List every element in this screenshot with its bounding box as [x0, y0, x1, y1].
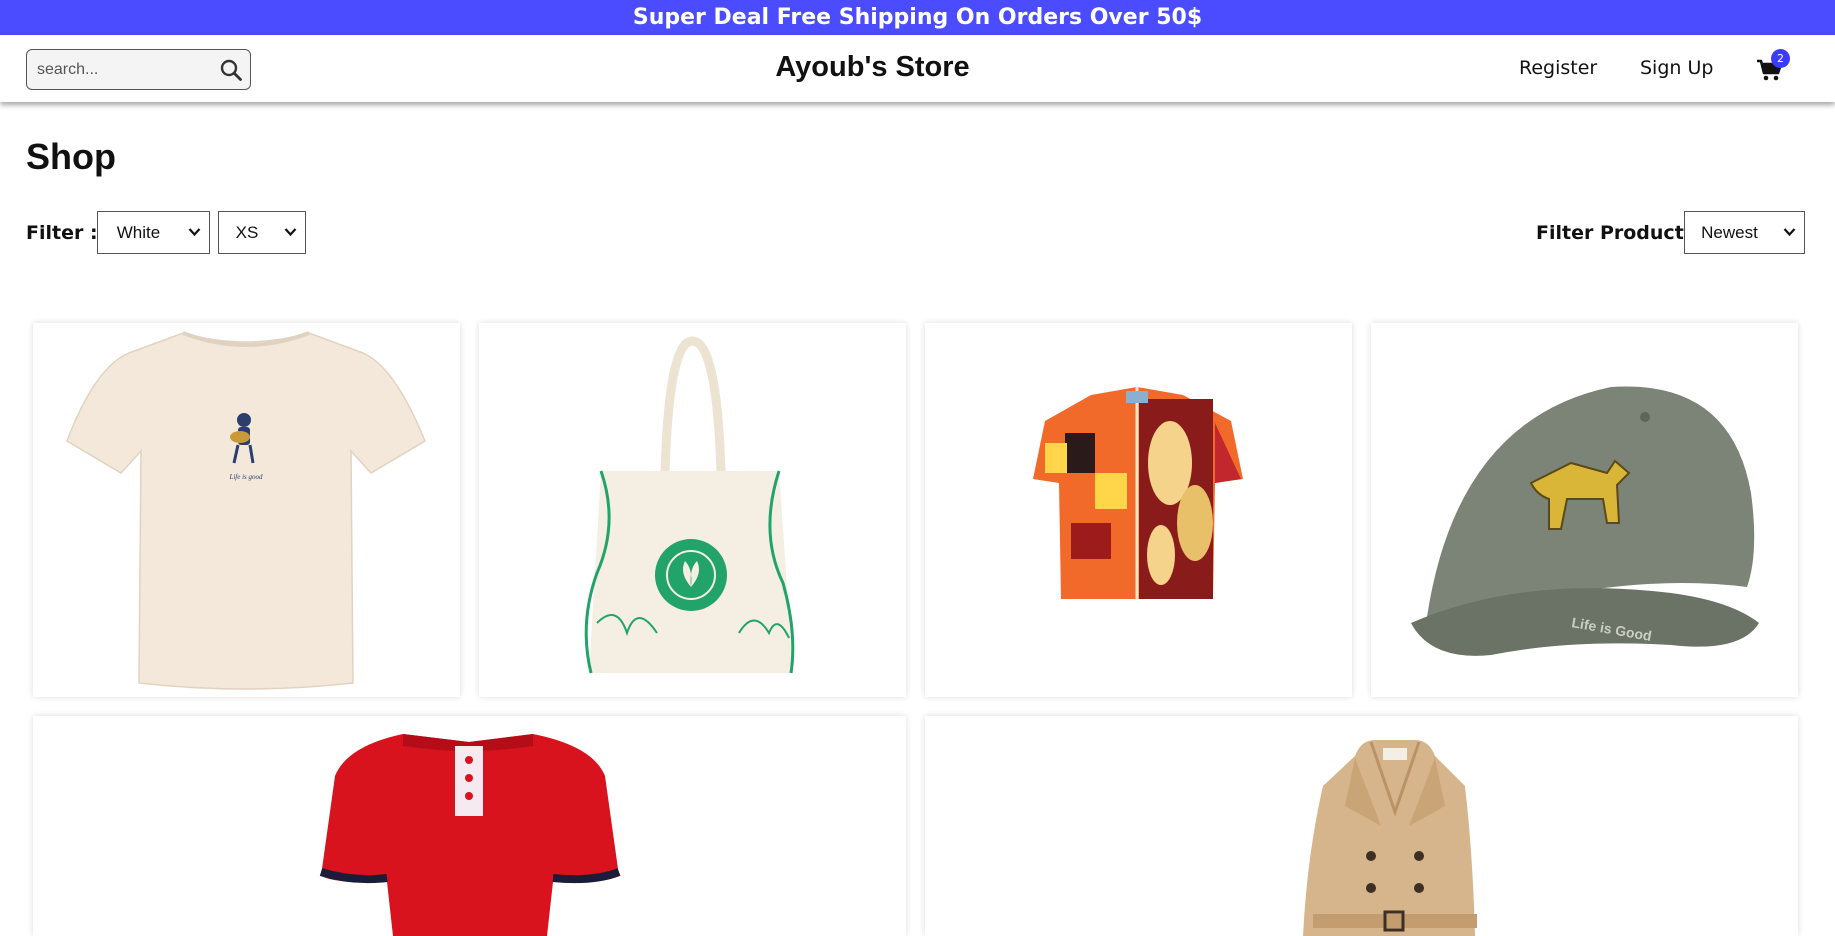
size-filter-value: XS [235, 223, 259, 242]
size-filter-select[interactable]: XS [218, 211, 306, 254]
sort-value: Newest [1701, 223, 1758, 242]
page-title: Shop [26, 136, 116, 177]
sort-select[interactable]: Newest [1684, 211, 1805, 254]
tote-bag-image [584, 336, 795, 674]
product-card[interactable] [479, 323, 906, 697]
sort-label: Filter Products: [1536, 222, 1703, 244]
svg-text:Life is good: Life is good [228, 473, 263, 481]
brand-logo[interactable]: Ayoub's Store [775, 51, 969, 83]
chevron-down-icon [188, 228, 201, 237]
cart-count-badge: 2 [1771, 49, 1790, 68]
product-card[interactable]: Life is Good [1371, 323, 1798, 697]
trench-coat-image [1303, 740, 1477, 936]
color-filter-select[interactable]: White [97, 211, 210, 254]
color-filter-value: White [116, 223, 161, 242]
tshirt-image: Life is good [66, 331, 426, 690]
search-icon[interactable] [219, 58, 243, 82]
register-link[interactable]: Register [1519, 57, 1597, 79]
chevron-down-icon [1783, 228, 1796, 237]
product-card[interactable] [925, 323, 1352, 697]
search-box[interactable] [26, 49, 251, 90]
signup-link[interactable]: Sign Up [1640, 57, 1713, 79]
product-card[interactable] [33, 716, 906, 936]
red-polo-image [319, 734, 621, 936]
product-card[interactable]: Life is good [33, 323, 460, 697]
announcement-bar: Super Deal Free Shipping On Orders Over … [0, 0, 1835, 35]
filter-label: Filter : [26, 222, 98, 244]
brand-logo-wrap: Ayoub's Store [0, 51, 1745, 84]
navbar: Ayoub's Store Register Sign Up 2 [0, 35, 1835, 102]
cap-image: Life is Good [1411, 386, 1759, 656]
chevron-down-icon [284, 228, 297, 237]
patterned-shirt-image [1033, 387, 1243, 599]
product-card[interactable] [925, 716, 1798, 936]
search-input[interactable] [37, 59, 207, 81]
